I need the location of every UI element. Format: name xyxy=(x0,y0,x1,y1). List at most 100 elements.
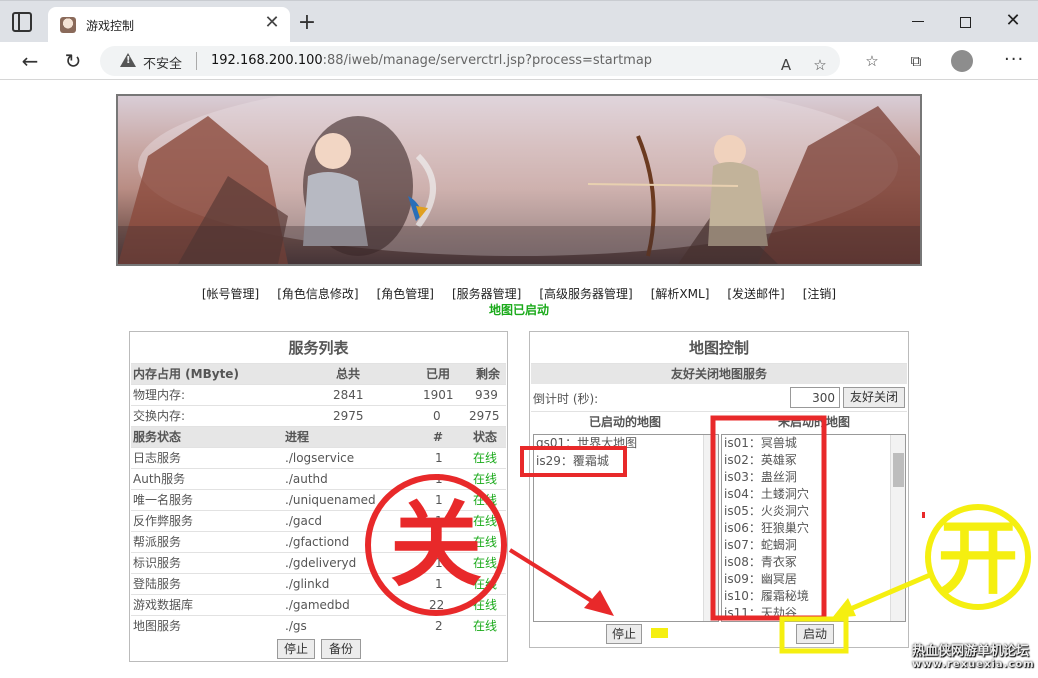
refresh-icon[interactable]: ↻ xyxy=(62,50,84,72)
service-name: 游戏数据库 xyxy=(133,598,194,612)
service-name: 地图服务 xyxy=(133,619,182,633)
memory-row-used: 0 xyxy=(433,409,441,423)
service-count: 1 xyxy=(435,451,443,465)
service-header-count: # xyxy=(433,430,444,444)
list-item[interactable]: is09：幽冥居 xyxy=(724,571,797,588)
started-maps-list[interactable]: gs01：世界大地图 is29：覆霜城 xyxy=(533,434,719,622)
open-annotation-char: 开 xyxy=(938,512,1018,605)
map-panel-title: 地图控制 xyxy=(688,339,749,357)
nav-send-mail[interactable]: [发送邮件] xyxy=(727,287,784,301)
service-row: 反作弊服务 ./gacd 1 在线 xyxy=(131,510,506,531)
list-item[interactable]: is29：覆霜城 xyxy=(536,453,609,470)
service-status: 在线 xyxy=(473,535,498,549)
add-favorite-icon[interactable]: ☆ xyxy=(810,55,830,75)
service-process: ./glinkd xyxy=(285,577,330,591)
minimize-icon[interactable] xyxy=(910,13,926,29)
not-started-maps-list[interactable]: is01：冥兽城 is02：英雄冢 is03：蛊丝洞 is04：土蝼洞穴 is0… xyxy=(721,434,906,622)
favorites-icon[interactable]: ☆ xyxy=(862,51,882,71)
service-panel-title: 服务列表 xyxy=(288,339,349,357)
watermark-title: 热血侠网游单机论坛 xyxy=(912,644,1030,659)
list-item[interactable]: is08：青衣冢 xyxy=(724,554,797,571)
status-message: 地图已启动 xyxy=(488,303,549,317)
memory-header-free: 剩余 xyxy=(476,367,501,381)
service-name: 日志服务 xyxy=(133,451,182,465)
list-item[interactable]: is01：冥兽城 xyxy=(724,435,797,452)
not-started-list-scrollbar[interactable] xyxy=(890,435,905,621)
service-status: 在线 xyxy=(473,577,498,591)
back-arrow-icon[interactable]: ← xyxy=(19,50,41,72)
list-item[interactable]: is10：履霜秘境 xyxy=(724,588,809,605)
service-status: 在线 xyxy=(473,451,498,465)
map-list-headers: 已启动的地图 未启动的地图 xyxy=(531,411,907,432)
nav-advanced-server-management[interactable]: [高级服务器管理] xyxy=(539,287,632,301)
collections-icon[interactable]: ⧉ xyxy=(906,51,926,71)
map-start-button[interactable]: 启动 xyxy=(796,624,834,644)
list-item[interactable]: is07：蛇蝎洞 xyxy=(724,537,797,554)
service-row: 标识服务 ./gdeliveryd 1 在线 xyxy=(131,552,506,573)
list-item[interactable]: is04：土蝼洞穴 xyxy=(724,486,809,503)
tab-actions-icon[interactable] xyxy=(12,12,32,32)
friendly-close-button[interactable]: 友好关闭 xyxy=(843,387,905,408)
memory-header-used: 已用 xyxy=(426,367,451,381)
countdown-input[interactable] xyxy=(790,387,840,408)
nav-role-info-edit[interactable]: [角色信息修改] xyxy=(277,287,358,301)
friendly-close-title: 友好关闭地图服务 xyxy=(670,367,767,381)
service-count: 1 xyxy=(435,514,443,528)
browser-tab[interactable]: 游戏控制 ✕ xyxy=(48,7,290,43)
memory-row-free: 2975 xyxy=(469,409,500,423)
list-item[interactable]: gs01：世界大地图 xyxy=(536,435,637,452)
forum-watermark: 热血侠网游单机论坛 www.rexuexia.com xyxy=(912,640,1035,670)
service-count: 22 xyxy=(429,598,445,612)
nav-parse-xml[interactable]: [解析XML] xyxy=(651,287,710,301)
memory-row-total: 2841 xyxy=(333,388,364,402)
profile-avatar[interactable] xyxy=(951,50,973,72)
friendly-close-header: 友好关闭地图服务 xyxy=(531,363,907,384)
nav-account-management[interactable]: [帐号管理] xyxy=(202,287,259,301)
maximize-icon[interactable] xyxy=(960,17,971,28)
tab-close-icon[interactable]: ✕ xyxy=(262,13,282,33)
service-count: 1 xyxy=(435,556,443,570)
service-row: 唯一名服务 ./uniquenamed 1 在线 xyxy=(131,489,506,510)
started-list-scrollbar[interactable] xyxy=(703,435,718,621)
nav-logout[interactable]: [注销] xyxy=(803,287,836,301)
list-item[interactable]: is03：蛊丝洞 xyxy=(724,469,797,486)
service-status: 在线 xyxy=(473,619,498,633)
service-header-status: 状态 xyxy=(473,430,498,444)
read-aloud-icon[interactable]: A xyxy=(776,55,796,75)
service-status: 在线 xyxy=(473,493,498,507)
security-label[interactable]: 不安全 xyxy=(143,53,182,72)
service-name: 反作弊服务 xyxy=(133,514,194,528)
list-item[interactable]: is06：狂狼巢穴 xyxy=(724,520,809,537)
map-stop-button[interactable]: 停止 xyxy=(606,624,642,644)
service-backup-button[interactable]: 备份 xyxy=(321,639,361,659)
memory-row-total: 2975 xyxy=(333,409,364,423)
address-bar[interactable]: 不安全 192.168.200.100:88/iweb/manage/serve… xyxy=(100,46,840,76)
service-count: 1 xyxy=(435,577,443,591)
service-name: 标识服务 xyxy=(133,556,182,570)
service-header-row: 服务状态 进程 # 状态 xyxy=(131,426,506,447)
memory-header-row: 内存占用 (MByte) 总共 已用 剩余 xyxy=(131,363,506,384)
service-process: ./gfactiond xyxy=(285,535,350,549)
service-process: ./gacd xyxy=(285,514,323,528)
url-text[interactable]: 192.168.200.100:88/iweb/manage/serverctr… xyxy=(211,53,652,68)
scrollbar-thumb[interactable] xyxy=(893,453,904,487)
nav-role-management[interactable]: [角色管理] xyxy=(377,287,434,301)
service-row: 地图服务 ./gs 2 在线 xyxy=(131,615,506,636)
new-tab-icon[interactable]: + xyxy=(296,12,318,35)
service-name: 登陆服务 xyxy=(133,577,182,591)
list-item[interactable]: is11：天劫谷 xyxy=(724,605,797,621)
service-process: ./logservice xyxy=(285,451,355,465)
more-menu-icon[interactable]: ··· xyxy=(1004,49,1024,70)
list-item[interactable]: is05：火炎洞穴 xyxy=(724,503,809,520)
browser-tab-bar: 游戏控制 ✕ + ✕ xyxy=(0,0,1038,43)
list-item[interactable]: is02：英雄冢 xyxy=(724,452,797,469)
memory-header-label: 内存占用 (MByte) xyxy=(133,367,239,381)
game-banner-image xyxy=(116,94,922,266)
url-divider xyxy=(196,52,197,70)
service-row: 游戏数据库 ./gamedbd 22 在线 xyxy=(131,594,506,615)
service-stop-button[interactable]: 停止 xyxy=(277,639,315,659)
window-close-icon[interactable]: ✕ xyxy=(1003,9,1023,33)
url-host: 192.168.200.100 xyxy=(211,53,323,68)
service-status: 在线 xyxy=(473,598,498,612)
nav-server-management[interactable]: [服务器管理] xyxy=(452,287,521,301)
